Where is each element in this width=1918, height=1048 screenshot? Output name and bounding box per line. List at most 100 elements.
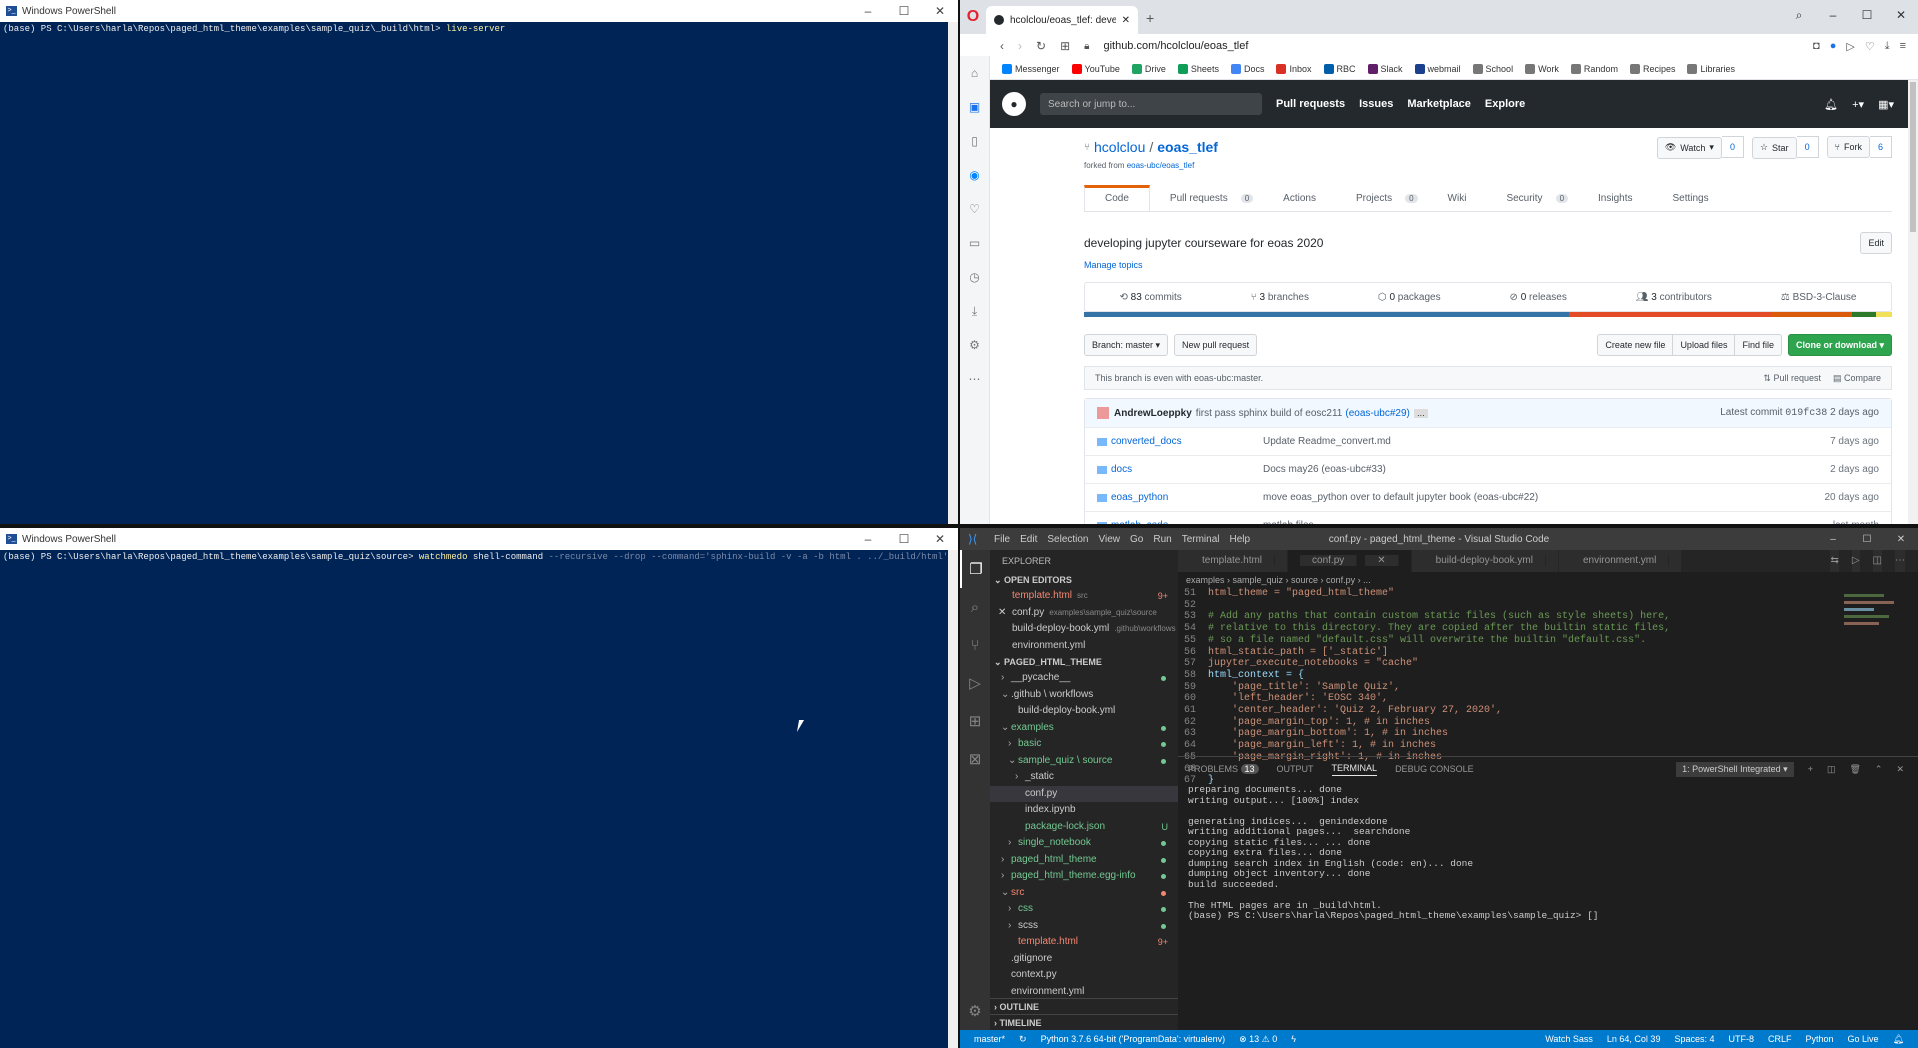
tree-item[interactable]: package-lock.json U [990, 819, 1178, 836]
minimap[interactable] [1844, 590, 1904, 670]
reload-icon[interactable]: ↻ [1036, 39, 1046, 53]
close-icon[interactable]: ✕ [1884, 534, 1918, 545]
messenger-icon[interactable]: ◉ [960, 158, 989, 192]
releases-link[interactable]: ⊘ 0 releases [1510, 292, 1567, 303]
title-bar[interactable]: >_ Windows PowerShell – ☐ ✕ [0, 528, 958, 550]
commit-message[interactable]: first pass sphinx build of eosc211 [1196, 408, 1343, 419]
status-item[interactable]: UTF-8 [1728, 1034, 1754, 1045]
find-file-button[interactable]: Find file [1735, 334, 1782, 356]
editor-tab[interactable]: build-deploy-book.yml [1411, 550, 1559, 572]
url-input[interactable]: github.com/hcolclou/eoas_tlef [1103, 40, 1248, 52]
chevron-up-icon[interactable]: ⌃ [1875, 764, 1883, 775]
source-control-icon[interactable]: ⑂ [960, 626, 990, 664]
sync-icon[interactable]: ↻ [1019, 1034, 1027, 1045]
repo-tab[interactable]: Wiki [1428, 193, 1487, 211]
bookmark-item[interactable]: Messenger [1002, 63, 1060, 74]
scrollbar[interactable] [948, 22, 958, 524]
tree-item[interactable]: › basic [990, 736, 1178, 753]
commit-author[interactable]: AndrewLoeppky [1114, 408, 1192, 419]
extensions-icon[interactable]: ⊞ [960, 702, 990, 740]
commits-link[interactable]: ⟲ 83 commits [1119, 292, 1181, 303]
split-icon[interactable]: ◫ [1827, 764, 1836, 775]
language-bar[interactable] [1084, 312, 1892, 317]
bookmark-item[interactable]: YouTube [1071, 63, 1120, 74]
problems-status[interactable]: ⊗ 13 ⚠ 0 [1239, 1034, 1277, 1045]
repo-tab[interactable]: Code [1084, 185, 1150, 211]
repo-name-link[interactable]: eoas_tlef [1157, 139, 1218, 155]
tree-item[interactable]: › __pycache__ [990, 670, 1178, 687]
bookmark-item[interactable]: webmail [1414, 63, 1461, 74]
forked-from-link[interactable]: eoas-ubc/eoas_tlef [1127, 161, 1195, 170]
close-icon[interactable]: ✕ [1896, 764, 1904, 775]
packages-link[interactable]: ⬡ 0 packages [1378, 292, 1441, 303]
file-name-link[interactable]: matlab_code [1111, 520, 1263, 524]
tab-problems[interactable]: PROBLEMS 13 [1188, 764, 1259, 774]
menu-item[interactable]: File [994, 534, 1010, 545]
bell-icon[interactable]: 🔔︎ [1893, 1034, 1904, 1045]
bookmark-item[interactable]: School [1472, 63, 1513, 74]
trash-icon[interactable]: 🗑︎ [1849, 764, 1860, 775]
repo-tab[interactable]: Pull requests 0 [1150, 193, 1263, 211]
browser-tab[interactable]: hcolclou/eoas_tlef: develop ✕ [986, 6, 1138, 34]
minimize-icon[interactable]: – [1816, 534, 1850, 545]
minimize-icon[interactable]: – [850, 4, 886, 18]
file-commit-message[interactable]: Update Readme_convert.md [1263, 436, 1830, 447]
ellipsis-button[interactable]: … [1413, 408, 1428, 418]
more-icon[interactable]: ⋯ [960, 362, 989, 396]
download-icon[interactable]: ⤓ [1885, 40, 1890, 53]
search-icon[interactable]: ⌕ [960, 588, 990, 626]
menu-item[interactable]: Run [1153, 534, 1171, 545]
open-editor-item[interactable]: ✕ conf.py examples\sample_quiz\source [990, 605, 1178, 622]
tab-terminal[interactable]: TERMINAL [1331, 763, 1378, 776]
nav-pull-requests[interactable]: Pull requests [1276, 98, 1345, 110]
back-icon[interactable]: ‹ [1000, 39, 1004, 53]
compare-icon[interactable]: ⇆ [1830, 550, 1840, 572]
nav-issues[interactable]: Issues [1359, 98, 1393, 110]
status-item[interactable]: Python [1806, 1034, 1834, 1045]
send-icon[interactable]: ▷ [1846, 40, 1854, 53]
open-editors-header[interactable]: ⌄ OPEN EDITORS [990, 572, 1178, 588]
repo-tab[interactable]: Security 0 [1486, 193, 1578, 211]
nav-explore[interactable]: Explore [1485, 98, 1525, 110]
menu-item[interactable]: Edit [1020, 534, 1037, 545]
terminal-line[interactable]: (base) PS C:\Users\harla\Repos\paged_htm… [0, 550, 958, 564]
manage-topics-link[interactable]: Manage topics [1084, 260, 1892, 270]
avatar[interactable]: ▦▾ [1878, 98, 1894, 111]
file-name-link[interactable]: eoas_python [1111, 492, 1263, 503]
github-logo-icon[interactable]: ● [1002, 92, 1026, 116]
bookmark-item[interactable]: Work [1525, 63, 1559, 74]
star-button[interactable]: ☆ Star [1751, 136, 1797, 159]
tree-item[interactable]: › paged_html_theme.egg-info [990, 868, 1178, 885]
clone-download-button[interactable]: Clone or download ▾ [1787, 334, 1892, 356]
maximize-icon[interactable]: ☐ [886, 532, 922, 546]
new-tab-icon[interactable]: + [1138, 10, 1162, 34]
watch-button[interactable]: 👁︎ Watch ▾ [1656, 136, 1722, 159]
tree-item[interactable]: › scss [990, 918, 1178, 935]
contributors-link[interactable]: 👥︎ 3 contributors [1636, 292, 1712, 303]
status-item[interactable]: CRLF [1768, 1034, 1792, 1045]
outline-header[interactable]: › OUTLINE [990, 998, 1178, 1014]
edit-button[interactable]: Edit [1860, 232, 1892, 254]
tree-item[interactable]: template.html 9+ [990, 934, 1178, 951]
close-icon[interactable]: ✕ [922, 532, 958, 546]
more-icon[interactable]: ⋯ [1895, 550, 1906, 572]
remote-icon[interactable]: ⊠ [960, 740, 990, 778]
tab-close-icon[interactable]: ✕ [1122, 15, 1130, 26]
tree-item[interactable]: ⌄ examples [990, 720, 1178, 737]
tree-item[interactable]: › single_notebook [990, 835, 1178, 852]
bookmarks-icon[interactable]: ▯ [960, 124, 989, 158]
tree-item[interactable]: .gitignore [990, 951, 1178, 968]
tree-item[interactable]: › _static [990, 769, 1178, 786]
opera-logo-icon[interactable]: O [960, 0, 986, 34]
plus-icon[interactable]: + [1808, 764, 1813, 774]
tree-item[interactable]: ⌄ sample_quiz \ source [990, 753, 1178, 770]
heart-icon[interactable]: ♡ [960, 192, 989, 226]
settings-gear-icon[interactable]: ⚙ [960, 992, 990, 1030]
search-tabs-icon[interactable]: ⌕ [1782, 0, 1816, 30]
search-input[interactable]: Search or jump to... [1040, 93, 1262, 115]
license-link[interactable]: ⚖ BSD-3-Clause [1781, 292, 1857, 303]
bookmark-item[interactable]: Recipes [1629, 63, 1675, 74]
menu-item[interactable]: Selection [1047, 534, 1088, 545]
bookmark-item[interactable]: Docs [1230, 63, 1264, 74]
maximize-icon[interactable]: ☐ [886, 4, 922, 18]
